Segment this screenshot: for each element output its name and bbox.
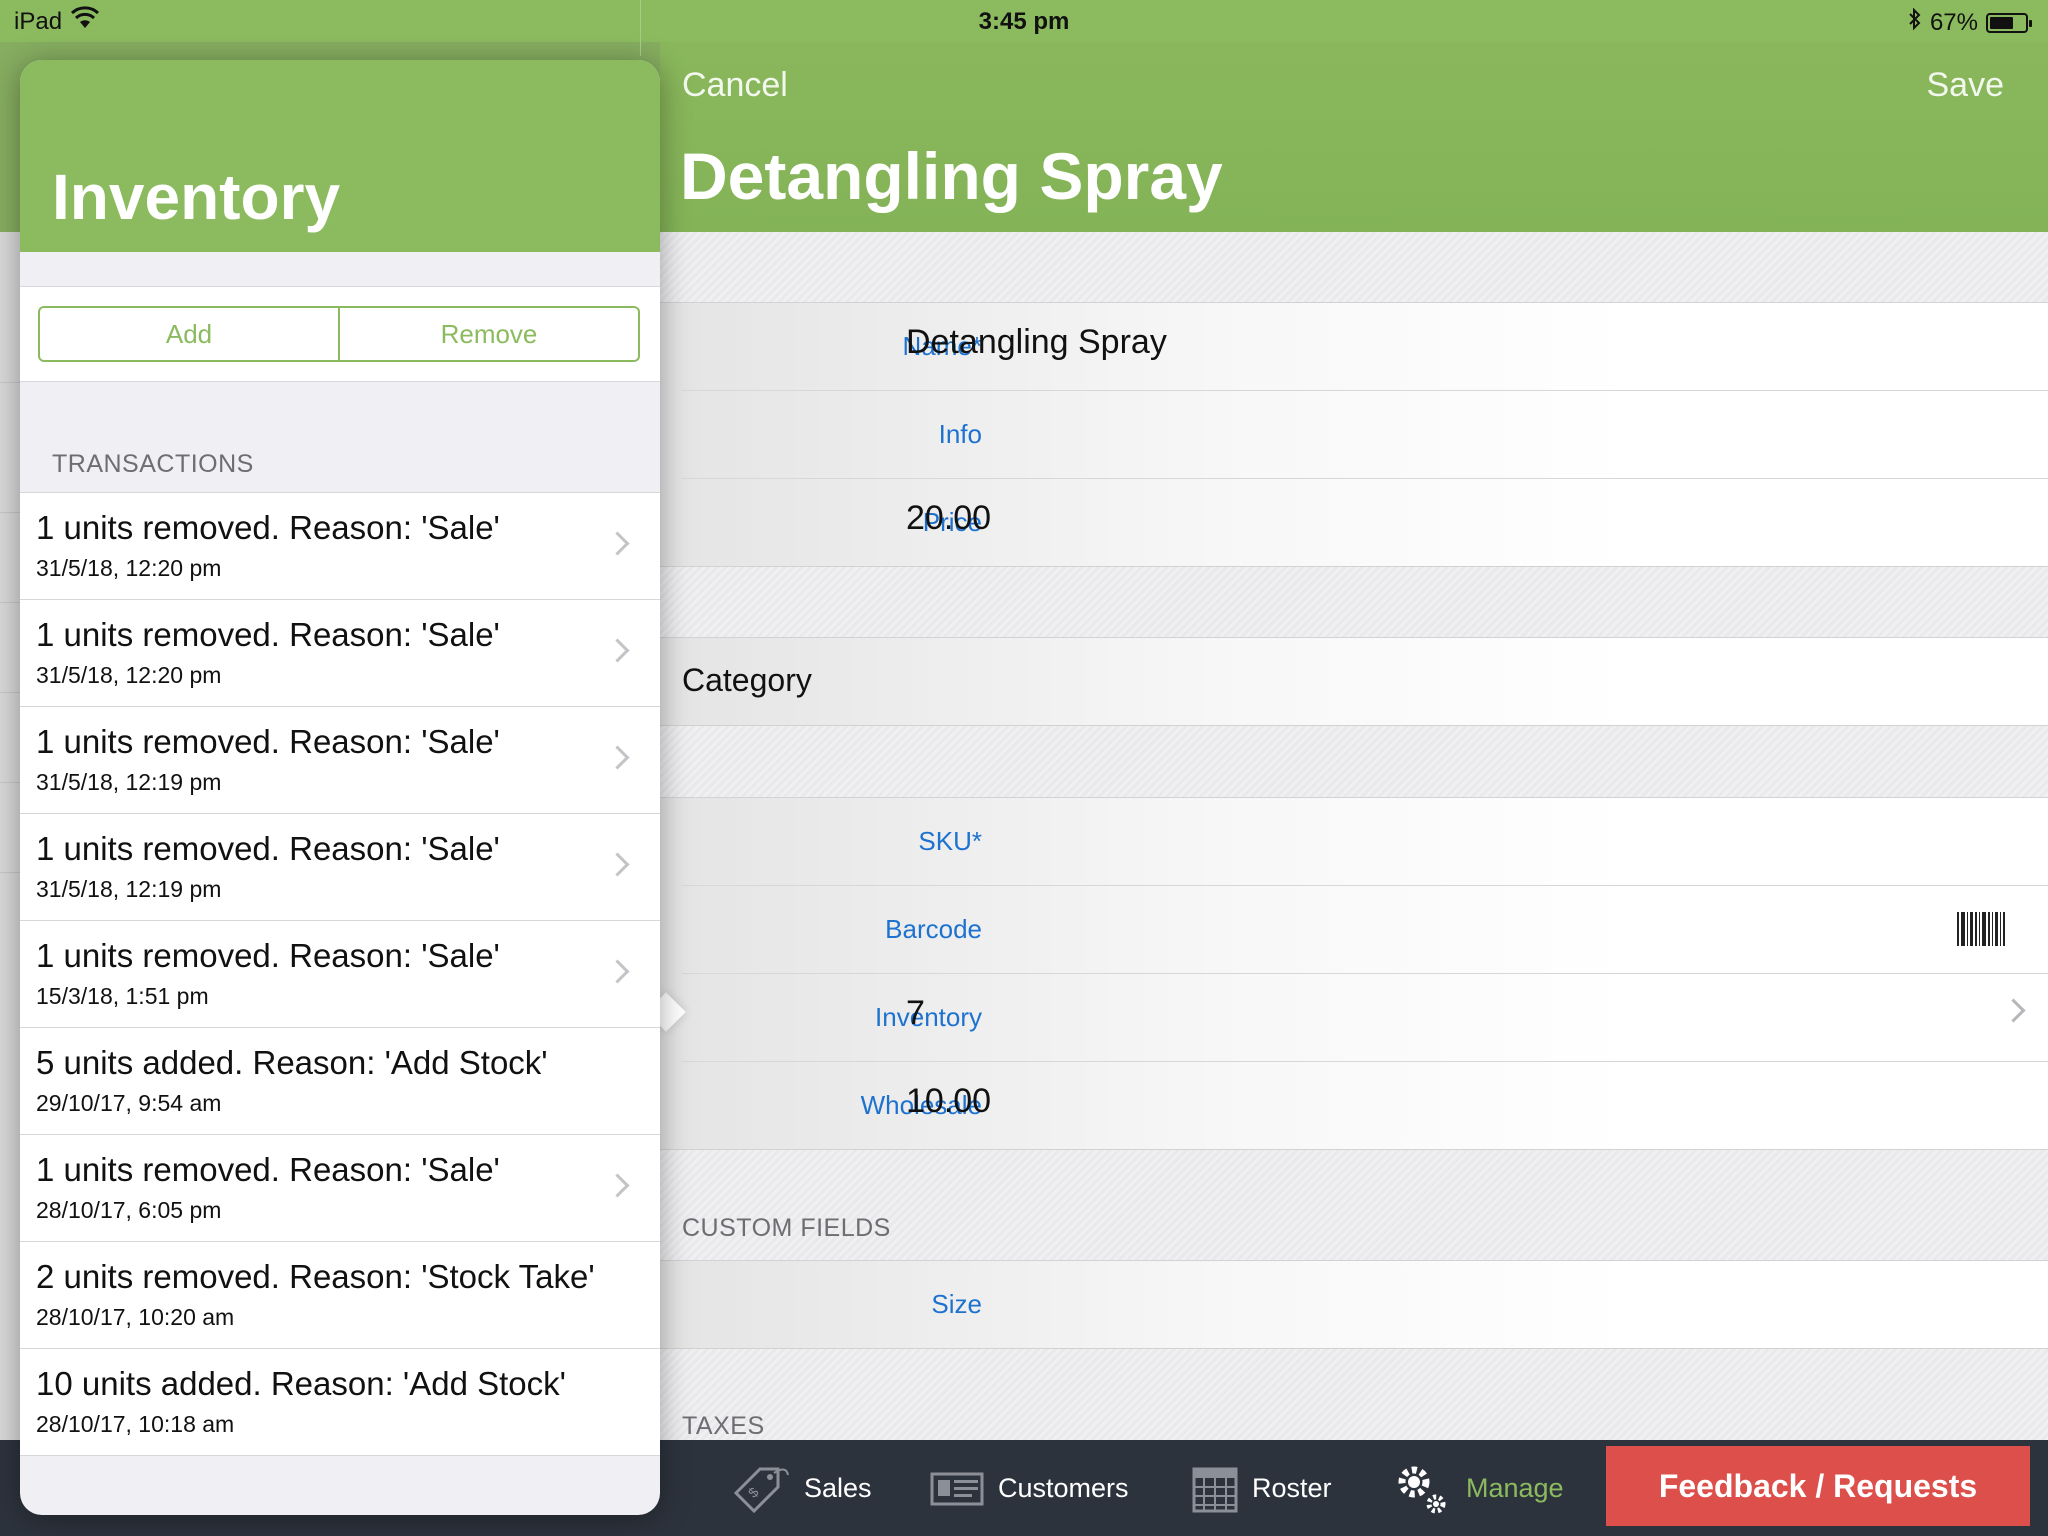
save-button[interactable]: Save — [1927, 66, 2005, 105]
remove-button[interactable]: Remove — [338, 308, 638, 360]
popover-title: Inventory — [52, 161, 341, 233]
tab-sales-label: Sales — [804, 1472, 872, 1503]
add-remove-segmented-control: Add Remove — [38, 306, 640, 362]
transaction-row: 10 units added. Reason: 'Add Stock' 28/10… — [20, 1349, 660, 1456]
size-row[interactable]: Size — [682, 1261, 2048, 1348]
transaction-row: 5 units added. Reason: 'Add Stock' 29/10/… — [20, 1028, 660, 1135]
popover-header: Inventory — [20, 60, 660, 252]
barcode-scan-icon[interactable] — [1956, 910, 2006, 948]
bluetooth-icon — [1908, 7, 1922, 37]
cancel-button[interactable]: Cancel — [682, 66, 788, 105]
transaction-row[interactable]: 1 units removed. Reason: 'Sale' 31/5/18, … — [20, 600, 660, 707]
name-field[interactable]: Detangling Spray — [906, 323, 1167, 362]
battery-percent: 67% — [1929, 8, 1978, 36]
name-row[interactable]: Name* Detangling Spray — [682, 303, 2048, 391]
inventory-value: 7 — [906, 994, 925, 1032]
transaction-row[interactable]: 1 units removed. Reason: 'Sale' 31/5/18, … — [20, 814, 660, 921]
chevron-right-icon — [2001, 998, 2026, 1023]
tab-roster-label: Roster — [1252, 1472, 1332, 1503]
tab-roster[interactable]: Roster — [1192, 1440, 1332, 1536]
product-detail-form: Name* Detangling Spray Info Price 20.00 … — [660, 232, 2048, 1440]
split-divider — [640, 0, 641, 56]
wholesale-row[interactable]: Wholesale 10.00 — [682, 1062, 2048, 1149]
sku-label: SKU* — [918, 826, 982, 856]
sku-row[interactable]: SKU* — [682, 798, 2048, 886]
custom-fields-header: CUSTOM FIELDS — [682, 1214, 891, 1242]
svg-text:$: $ — [745, 1484, 762, 1501]
add-remove-container: Add Remove — [20, 286, 660, 382]
identifiers-group: SKU* Barcode Inventory 7 Wholesale 10.00 — [660, 797, 2048, 1150]
chevron-right-icon — [605, 959, 630, 984]
chevron-right-icon — [605, 1173, 630, 1198]
tab-manage[interactable]: Manage — [1392, 1440, 1564, 1536]
category-group: Category — [660, 637, 2048, 726]
category-row[interactable]: Category — [682, 638, 2048, 725]
status-time: 3:45 pm — [978, 8, 1070, 35]
barcode-row[interactable]: Barcode — [682, 886, 2048, 974]
price-tag-icon: $ — [730, 1463, 790, 1513]
wholesale-field[interactable]: 10.00 — [906, 1082, 991, 1121]
gears-icon — [1392, 1460, 1452, 1516]
inventory-popover: Inventory Add Remove TRANSACTIONS 1 unit… — [20, 60, 660, 1515]
chevron-right-icon — [605, 638, 630, 663]
info-row[interactable]: Info — [682, 391, 2048, 479]
tab-manage-label: Manage — [1466, 1472, 1564, 1503]
size-label: Size — [931, 1289, 982, 1319]
add-button[interactable]: Add — [40, 308, 338, 360]
status-bar: iPad 3:45 pm 67% — [0, 0, 2048, 42]
chevron-right-icon — [605, 745, 630, 770]
transaction-row: 2 units removed. Reason: 'Stock Take' 28/… — [20, 1242, 660, 1349]
page-title: Detangling Spray — [680, 139, 1223, 213]
transactions-list: 1 units removed. Reason: 'Sale' 31/5/18, … — [20, 492, 660, 1456]
barcode-label: Barcode — [885, 914, 982, 944]
address-book-icon — [930, 1468, 984, 1508]
basic-info-group: Name* Detangling Spray Info Price 20.00 — [660, 302, 2048, 567]
transaction-row[interactable]: 1 units removed. Reason: 'Sale' 28/10/17,… — [20, 1135, 660, 1242]
inventory-row[interactable]: Inventory 7 — [682, 974, 2048, 1062]
battery-icon — [1986, 12, 2032, 33]
category-label: Category — [682, 662, 812, 698]
inventory-label: Inventory — [875, 1002, 982, 1032]
transaction-row[interactable]: 1 units removed. Reason: 'Sale' 15/3/18, … — [20, 921, 660, 1028]
chevron-right-icon — [605, 531, 630, 556]
tab-customers-label: Customers — [998, 1472, 1129, 1503]
transaction-row[interactable]: 1 units removed. Reason: 'Sale' 31/5/18, … — [20, 707, 660, 814]
taxes-header: TAXES — [682, 1412, 765, 1440]
price-field[interactable]: 20.00 — [906, 499, 991, 538]
tab-customers[interactable]: Customers — [930, 1440, 1129, 1536]
custom-fields-group: Size — [660, 1260, 2048, 1349]
chevron-right-icon — [605, 852, 630, 877]
transactions-header: TRANSACTIONS — [52, 450, 254, 478]
transaction-row[interactable]: 1 units removed. Reason: 'Sale' 31/5/18, … — [20, 493, 660, 600]
calendar-icon — [1192, 1463, 1238, 1513]
feedback-requests-button[interactable]: Feedback / Requests — [1606, 1446, 2030, 1526]
price-row[interactable]: Price 20.00 — [682, 479, 2048, 566]
tab-sales[interactable]: $ Sales — [730, 1440, 872, 1536]
info-label: Info — [938, 419, 982, 449]
